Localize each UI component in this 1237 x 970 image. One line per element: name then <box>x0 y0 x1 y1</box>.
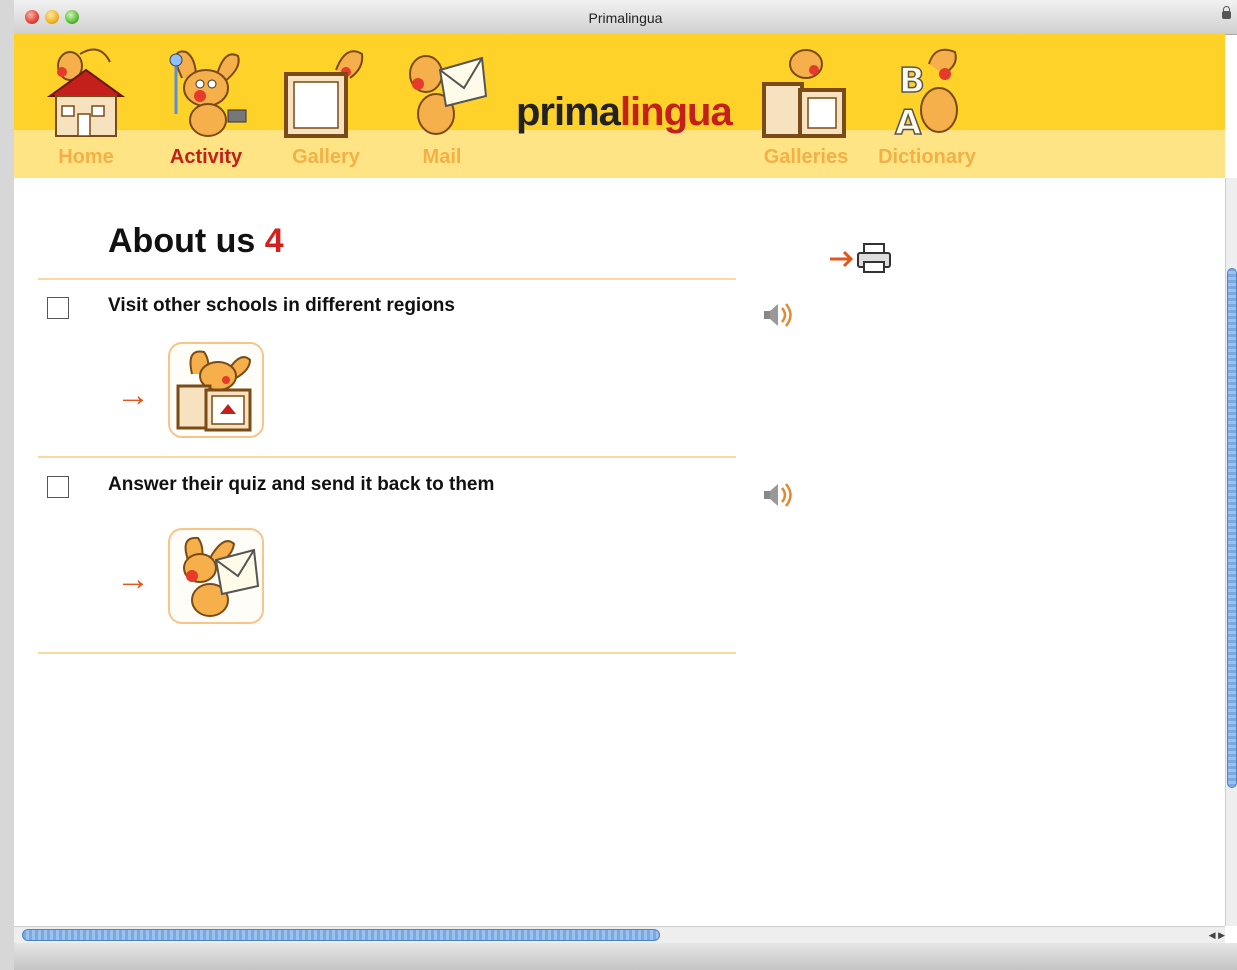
vertical-scroll-thumb[interactable] <box>1227 268 1237 788</box>
nav-label: Activity <box>169 146 243 168</box>
horizontal-scroll-thumb[interactable] <box>22 929 660 941</box>
mail-dog-icon <box>409 55 488 135</box>
primalingua-logo: primalingua <box>516 90 733 135</box>
nav-label: Home <box>58 146 114 168</box>
task-item: Visit other schools in different regions… <box>38 280 792 456</box>
title-bar: Primalingua <box>14 0 1237 35</box>
speaker-icon[interactable] <box>762 300 796 330</box>
activity-dog-icon <box>169 50 247 137</box>
print-button[interactable] <box>828 240 898 274</box>
nav-gallery[interactable]: Gallery <box>278 34 374 178</box>
page-title-number: 4 <box>264 222 284 260</box>
divider <box>38 652 736 654</box>
page-title-text: About us <box>108 222 256 260</box>
page-title: About us 4 <box>108 222 284 261</box>
arrow-right-icon: → <box>116 376 150 414</box>
nav-label: Galleries <box>763 146 849 168</box>
task-text: Answer their quiz and send it back to th… <box>108 474 495 495</box>
window-bottom-bar <box>14 943 1237 970</box>
logo-part-2: lingua <box>619 90 733 134</box>
gallery-icon <box>176 350 252 432</box>
house-dog-icon <box>46 48 126 137</box>
nav-mail[interactable]: Mail <box>394 34 490 178</box>
window-title: Primalingua <box>588 10 663 26</box>
task-checkbox[interactable] <box>47 476 69 498</box>
nav-label: Gallery <box>292 146 360 168</box>
nav-home[interactable]: Home <box>38 34 134 178</box>
gallery-dog-icon <box>284 50 364 138</box>
horizontal-scrollbar[interactable]: ◀ ▶ <box>14 926 1225 943</box>
svg-text:A: A <box>895 103 922 140</box>
scroll-arrows-icon[interactable]: ◀ ▶ <box>1191 927 1225 943</box>
gallery-thumbnail-button[interactable] <box>168 342 264 438</box>
main-content: About us 4 Visit other schools in differ… <box>14 178 1225 926</box>
mail-icon <box>183 536 260 617</box>
mail-thumbnail-button[interactable] <box>168 528 264 624</box>
nav-galleries[interactable]: Galleries <box>758 34 854 178</box>
nav-label: Dictionary <box>878 146 976 168</box>
lock-icon <box>1222 6 1231 19</box>
dictionary-dog-icon: B A <box>894 48 958 140</box>
speaker-icon[interactable] <box>762 480 796 510</box>
app-header: Home Activity Gallery Mail primalingua G… <box>14 34 1225 178</box>
nav-dictionary[interactable]: B A Dictionary <box>872 34 982 178</box>
galleries-dog-icon <box>762 49 846 138</box>
logo-part-1: prima <box>516 90 621 134</box>
nav-label: Mail <box>422 146 462 168</box>
arrow-right-icon: → <box>116 560 150 598</box>
nav-activity[interactable]: Activity <box>158 34 254 178</box>
task-text: Visit other schools in different regions <box>108 295 455 316</box>
task-checkbox[interactable] <box>47 297 69 319</box>
app-window: Primalingua Home Activity Gallery Mail p… <box>14 0 1237 970</box>
svg-text:B: B <box>899 61 925 101</box>
vertical-scrollbar[interactable] <box>1225 178 1237 926</box>
task-item: Answer their quiz and send it back to th… <box>38 458 792 652</box>
